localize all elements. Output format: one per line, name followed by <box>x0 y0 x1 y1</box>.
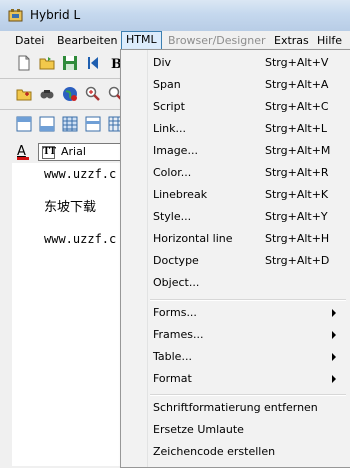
menu-browser-designer[interactable]: Browser/Designer <box>164 32 270 49</box>
menu-item-link[interactable]: Link... Strg+Alt+L <box>121 118 350 140</box>
truetype-font-icon: TT <box>42 146 57 159</box>
open-folder-icon[interactable] <box>39 55 55 71</box>
menu-item-label: Forms... <box>153 306 197 319</box>
editor-gutter <box>0 163 12 466</box>
zoom-in-icon[interactable] <box>85 86 101 102</box>
menu-item-label: Style... <box>153 210 192 223</box>
menu-html[interactable]: HTML <box>121 31 162 50</box>
submenu-arrow-icon <box>332 353 336 361</box>
title-bar: Hybrid L <box>0 0 350 31</box>
menu-item-shortcut: Strg+Alt+L <box>265 122 328 135</box>
menu-item-script[interactable]: Script Strg+Alt+C <box>121 96 350 118</box>
menu-item-shortcut: Strg+Alt+H <box>265 232 330 245</box>
menu-item-replace-umlauts[interactable]: Ersetze Umlaute <box>121 419 350 441</box>
menu-item-shortcut: Strg+Alt+C <box>265 100 329 113</box>
toolbar-divider <box>0 78 120 79</box>
menu-item-shortcut: Strg+Alt+V <box>265 56 329 69</box>
html-menu-dropdown: Div Strg+Alt+V Span Strg+Alt+A Script St… <box>120 49 350 468</box>
menu-item-label: Div <box>153 56 172 69</box>
menu-item-shortcut: Strg+Alt+R <box>265 166 329 179</box>
menu-item-label: Image... <box>153 144 198 157</box>
menu-item-remove-formatting[interactable]: Schriftformatierung entfernen <box>121 397 350 419</box>
menu-item-label: Horizontal line <box>153 232 233 245</box>
editor-line: 东坡下载 <box>44 200 97 215</box>
menu-item-frames[interactable]: Frames... <box>121 324 350 346</box>
menu-item-div[interactable]: Div Strg+Alt+V <box>121 52 350 74</box>
menu-item-style[interactable]: Style... Strg+Alt+Y <box>121 206 350 228</box>
menu-item-shortcut: Strg+Alt+Y <box>265 210 328 223</box>
add-folder-icon[interactable] <box>16 86 32 102</box>
menu-datei[interactable]: Datei <box>11 32 48 49</box>
menu-bearbeiten[interactable]: Bearbeiten <box>53 32 121 49</box>
menu-item-label: Table... <box>153 350 192 363</box>
menu-item-label: Object... <box>153 276 200 289</box>
globe-icon[interactable] <box>62 86 78 102</box>
submenu-arrow-icon <box>332 375 336 383</box>
editor-line: www.uzzf.c <box>44 232 117 246</box>
menu-item-label: Doctype <box>153 254 199 267</box>
menu-item-shortcut: Strg+Alt+M <box>265 144 331 157</box>
menu-extras[interactable]: Extras <box>270 32 313 49</box>
menu-item-color[interactable]: Color... Strg+Alt+R <box>121 162 350 184</box>
menu-item-label: Span <box>153 78 181 91</box>
menu-item-label: Ersetze Umlaute <box>153 423 244 436</box>
menu-item-table[interactable]: Table... <box>121 346 350 368</box>
menu-item-linebreak[interactable]: Linebreak Strg+Alt+K <box>121 184 350 206</box>
editor-line: www.uzzf.c <box>44 167 117 181</box>
menu-item-label: Schriftformatierung entfernen <box>153 401 318 414</box>
app-icon <box>8 9 23 22</box>
menu-item-label: Color... <box>153 166 192 179</box>
find-icon[interactable] <box>39 86 55 102</box>
menu-item-horizontal-line[interactable]: Horizontal line Strg+Alt+H <box>121 228 350 250</box>
toolbar-divider <box>0 109 120 110</box>
font-color-icon[interactable]: A <box>16 143 30 161</box>
save-icon[interactable] <box>62 55 78 71</box>
menu-item-label: Link... <box>153 122 187 135</box>
menu-item-doctype[interactable]: Doctype Strg+Alt+D <box>121 250 350 272</box>
layout-bottom-icon[interactable] <box>39 116 55 132</box>
menu-item-label: Format <box>153 372 192 385</box>
menu-item-label: Frames... <box>153 328 204 341</box>
menu-bar: Datei Bearbeiten HTML Browser/Designer E… <box>0 31 350 51</box>
grid-icon[interactable] <box>62 116 78 132</box>
menu-item-shortcut: Strg+Alt+K <box>265 188 329 201</box>
first-icon[interactable] <box>85 55 101 71</box>
menu-item-object[interactable]: Object... <box>121 272 350 294</box>
menu-separator <box>150 299 346 301</box>
menu-item-create-charcode[interactable]: Zeichencode erstellen <box>121 441 350 463</box>
menu-separator <box>150 394 346 396</box>
layout-split-icon[interactable] <box>85 116 101 132</box>
submenu-arrow-icon <box>332 309 336 317</box>
new-file-icon[interactable] <box>16 55 32 71</box>
menu-item-label: Zeichencode erstellen <box>153 445 276 458</box>
menu-item-span[interactable]: Span Strg+Alt+A <box>121 74 350 96</box>
menu-hilfe[interactable]: Hilfe <box>313 32 346 49</box>
font-name-value: Arial <box>61 145 86 158</box>
menu-item-shortcut: Strg+Alt+D <box>265 254 330 267</box>
menu-item-image[interactable]: Image... Strg+Alt+M <box>121 140 350 162</box>
menu-item-shortcut: Strg+Alt+A <box>265 78 329 91</box>
window-title: Hybrid L <box>30 8 81 22</box>
menu-item-label: Linebreak <box>153 188 208 201</box>
menu-item-format[interactable]: Format <box>121 368 350 390</box>
menu-item-forms[interactable]: Forms... <box>121 302 350 324</box>
menu-item-label: Script <box>153 100 185 113</box>
svg-text:A: A <box>17 144 26 159</box>
layout-top-icon[interactable] <box>16 116 32 132</box>
submenu-arrow-icon <box>332 331 336 339</box>
